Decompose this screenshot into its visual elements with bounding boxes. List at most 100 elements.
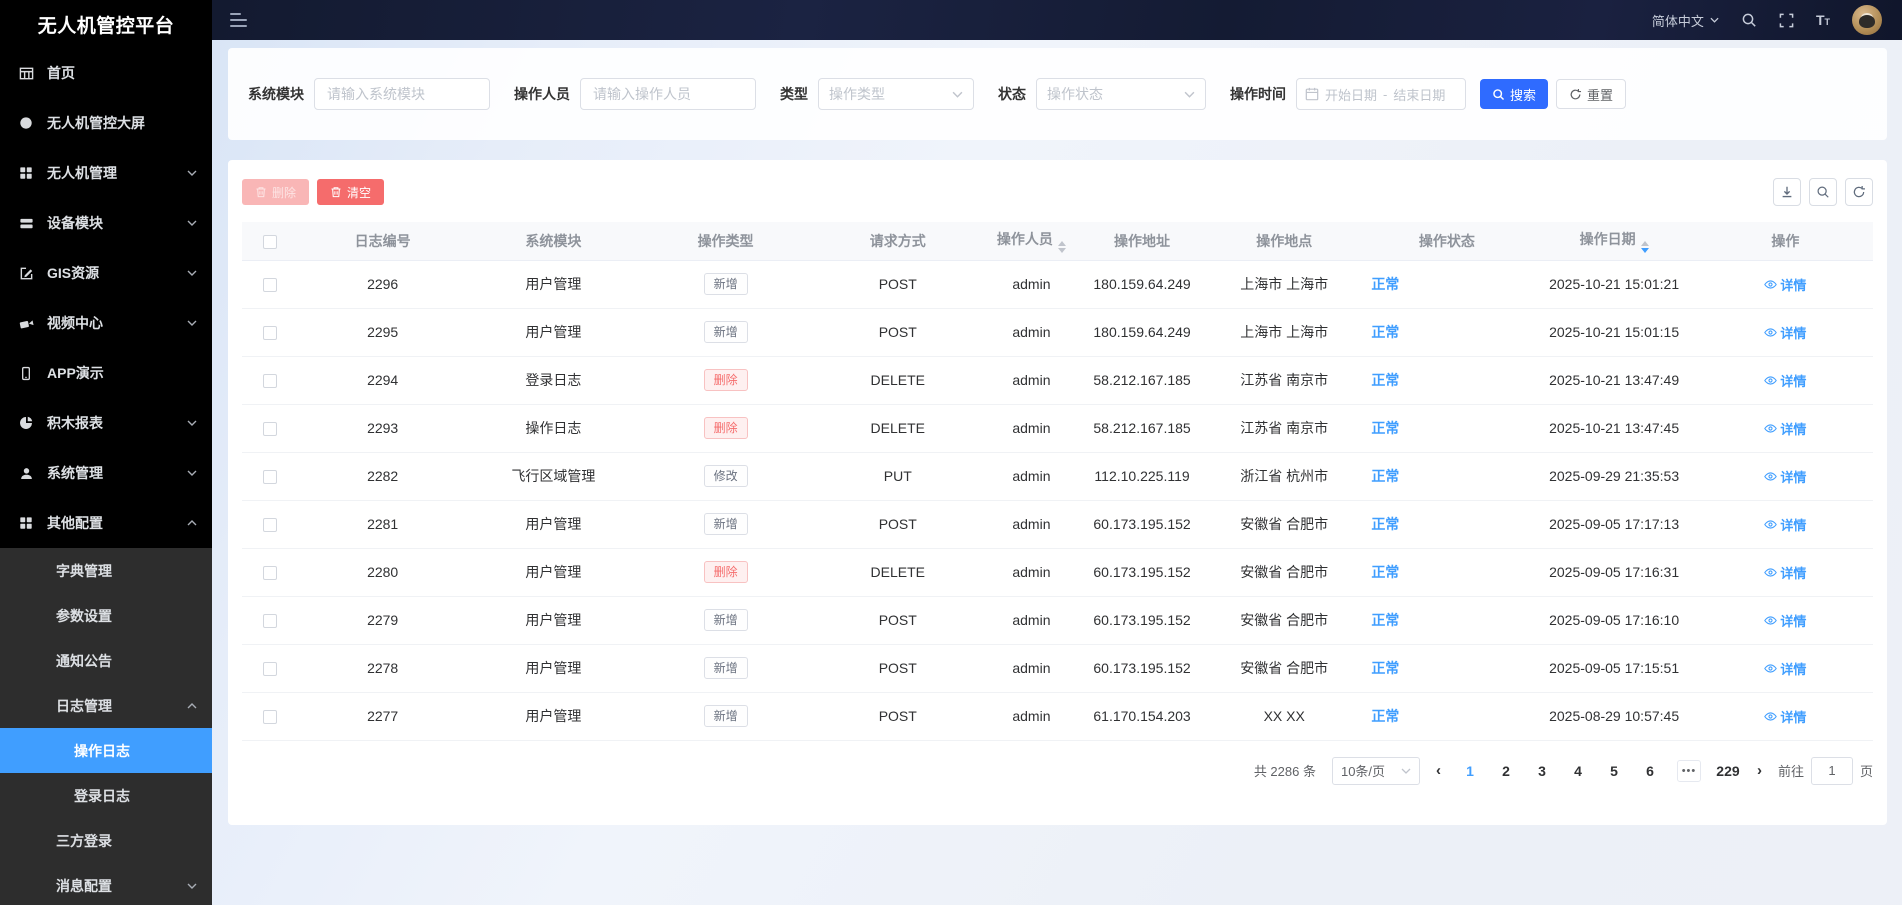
sidebar-item-首页[interactable]: 首页	[0, 48, 212, 98]
sidebar-item-GIS资源[interactable]: GIS资源	[0, 248, 212, 298]
sidebar-item-系统管理[interactable]: 系统管理	[0, 448, 212, 498]
sidebar-item-设备模块[interactable]: 设备模块	[0, 198, 212, 248]
row-checkbox[interactable]	[263, 278, 278, 293]
sidebar: 无人机管控平台 首页 无人机管控大屏 无人机管理 设备模块 GIS资源 视频中心 APP演示…	[0, 0, 212, 905]
detail-link[interactable]: 详情	[1764, 659, 1806, 678]
address-cell: 180.159.64.249	[1078, 260, 1206, 309]
font-size-icon[interactable]: TT	[1816, 12, 1830, 28]
last-page-button[interactable]: 229	[1715, 763, 1741, 779]
detail-link[interactable]: 详情	[1764, 371, 1806, 390]
sidebar-item-三方登录[interactable]: 三方登录	[0, 818, 212, 863]
sidebar-item-参数设置[interactable]: 参数设置	[0, 593, 212, 638]
next-page-button[interactable]: ›	[1755, 762, 1764, 779]
page-button-2[interactable]: 2	[1493, 763, 1519, 779]
checkbox-cell	[242, 692, 299, 741]
status-text: 正常	[1371, 276, 1400, 292]
operation-status-select[interactable]: 操作状态	[1036, 78, 1206, 110]
detail-link[interactable]: 详情	[1764, 515, 1806, 534]
system-module-input[interactable]	[314, 78, 490, 110]
download-icon[interactable]	[1773, 178, 1801, 206]
sidebar-item-其他配置[interactable]: 其他配置	[0, 498, 212, 548]
row-checkbox[interactable]	[263, 662, 278, 677]
row-checkbox[interactable]	[263, 614, 278, 629]
start-date-placeholder: 开始日期	[1325, 87, 1378, 103]
table-row: 2280 用户管理 删除 DELETE admin 60.173.195.152 安徽省 合…	[242, 548, 1873, 597]
more-pages-button[interactable]: •••	[1676, 759, 1701, 782]
date-cell: 2025-10-21 13:47:45	[1530, 404, 1698, 453]
select-all-checkbox[interactable]	[263, 234, 278, 249]
reset-button[interactable]: 重置	[1556, 79, 1627, 109]
detail-link[interactable]: 详情	[1764, 563, 1806, 582]
fullscreen-icon[interactable]	[1779, 13, 1794, 28]
table-row: 2282 飞行区域管理 修改 PUT admin 112.10.225.119 浙江省 杭州…	[242, 452, 1873, 501]
log-id-cell: 2277	[298, 692, 468, 741]
date-range-picker[interactable]: 开始日期 - 结束日期	[1296, 78, 1466, 110]
sidebar-item-消息配置[interactable]: 消息配置	[0, 863, 212, 905]
prev-page-button[interactable]: ‹	[1434, 762, 1443, 779]
column-header-date[interactable]: 操作日期	[1530, 222, 1698, 261]
clear-button[interactable]: 清空	[317, 179, 385, 205]
row-checkbox[interactable]	[263, 470, 278, 485]
sidebar-item-操作日志[interactable]: 操作日志	[0, 728, 212, 773]
action-cell: 详情	[1697, 500, 1873, 549]
chevron-up-icon	[187, 520, 197, 526]
home-grid-icon	[18, 65, 34, 81]
sidebar-item-积木报表[interactable]: 积木报表	[0, 398, 212, 448]
sidebar-item-label: APP演示	[47, 365, 104, 381]
sidebar-item-label: 积木报表	[47, 415, 103, 431]
goto-page-input[interactable]	[1810, 756, 1853, 785]
delete-button[interactable]: 删除	[242, 179, 310, 205]
page-button-4[interactable]: 4	[1565, 763, 1591, 779]
sort-carets-icon[interactable]	[1057, 240, 1066, 253]
date-cell: 2025-09-05 17:16:10	[1530, 596, 1698, 645]
status-cell: 正常	[1363, 644, 1531, 693]
sidebar-item-视频中心[interactable]: 视频中心	[0, 298, 212, 348]
table-refresh-icon[interactable]	[1845, 178, 1873, 206]
method-cell: POST	[811, 308, 984, 357]
sidebar-item-字典管理[interactable]: 字典管理	[0, 548, 212, 593]
operator-input[interactable]	[580, 78, 756, 110]
detail-link[interactable]: 详情	[1764, 419, 1806, 438]
page-size-select[interactable]: 10条/页	[1331, 756, 1420, 785]
operation-type-cell: 新增	[639, 260, 812, 309]
row-checkbox[interactable]	[263, 566, 278, 581]
location-cell: 江苏省 南京市	[1205, 356, 1364, 405]
table-search-icon[interactable]	[1809, 178, 1837, 206]
page-button-3[interactable]: 3	[1529, 763, 1555, 779]
address-cell: 60.173.195.152	[1078, 548, 1206, 597]
row-checkbox[interactable]	[263, 422, 278, 437]
header-search-icon[interactable]	[1741, 12, 1757, 28]
search-button[interactable]: 搜索	[1480, 79, 1549, 109]
sidebar-item-登录日志[interactable]: 登录日志	[0, 773, 212, 818]
user-avatar[interactable]	[1852, 5, 1882, 35]
hamburger-menu-icon[interactable]	[226, 9, 251, 31]
detail-link[interactable]: 详情	[1764, 611, 1806, 630]
sidebar-item-APP演示[interactable]: APP演示	[0, 348, 212, 398]
row-checkbox[interactable]	[263, 518, 278, 533]
module-cell: 用户管理	[467, 260, 640, 309]
sidebar-item-日志管理[interactable]: 日志管理	[0, 683, 212, 728]
sort-carets-icon[interactable]	[1640, 240, 1649, 253]
row-checkbox[interactable]	[263, 326, 278, 341]
column-header-operator[interactable]: 操作人员	[983, 222, 1079, 261]
action-cell: 详情	[1697, 692, 1873, 741]
user-icon	[18, 465, 34, 481]
operation-type-select[interactable]: 操作类型	[818, 78, 974, 110]
page-button-6[interactable]: 6	[1637, 763, 1663, 779]
checkbox-cell	[242, 452, 299, 501]
detail-link[interactable]: 详情	[1764, 707, 1806, 726]
detail-link[interactable]: 详情	[1764, 323, 1806, 342]
page-button-5[interactable]: 5	[1601, 763, 1627, 779]
detail-link[interactable]: 详情	[1764, 467, 1806, 486]
page-button-1[interactable]: 1	[1457, 763, 1483, 779]
sidebar-item-无人机管控大屏[interactable]: 无人机管控大屏	[0, 98, 212, 148]
sidebar-item-通知公告[interactable]: 通知公告	[0, 638, 212, 683]
row-checkbox[interactable]	[263, 710, 278, 725]
detail-link[interactable]: 详情	[1764, 275, 1806, 294]
row-checkbox[interactable]	[263, 374, 278, 389]
module-cell: 用户管理	[467, 500, 640, 549]
filter-date: 操作时间 开始日期 - 结束日期	[1230, 78, 1466, 110]
status-cell: 正常	[1363, 500, 1531, 549]
sidebar-item-无人机管理[interactable]: 无人机管理	[0, 148, 212, 198]
language-selector[interactable]: 简体中文	[1652, 11, 1719, 30]
